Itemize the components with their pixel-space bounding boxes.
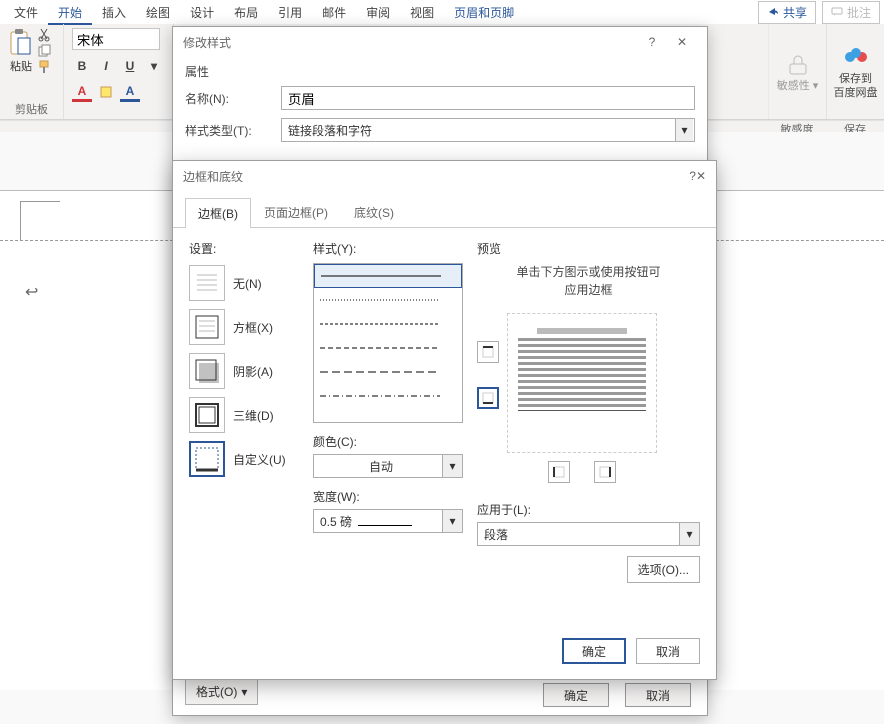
apply-to-combo[interactable]: 段落▾: [477, 522, 700, 546]
sensitivity-icon: [784, 50, 812, 78]
preset-shadow[interactable]: 阴影(A): [189, 353, 299, 389]
tab-review[interactable]: 审阅: [356, 0, 400, 25]
tab-insert[interactable]: 插入: [92, 0, 136, 25]
cloud-icon: [842, 43, 870, 71]
paste-button[interactable]: 粘贴: [8, 28, 34, 74]
highlight-button[interactable]: [96, 82, 116, 102]
style-solid[interactable]: [314, 264, 462, 288]
tab-view[interactable]: 视图: [400, 0, 444, 25]
border-bottom-button[interactable]: [477, 387, 499, 409]
dialog1-ok-button[interactable]: 确定: [543, 683, 609, 707]
style-dash-wide[interactable]: [314, 360, 462, 384]
dialog2-title: 边框和底纹: [183, 168, 243, 185]
border-preview[interactable]: [507, 313, 657, 453]
style-dash-tight[interactable]: [314, 312, 462, 336]
tab-page-border[interactable]: 页面边框(P): [251, 197, 341, 227]
style-dash[interactable]: [314, 336, 462, 360]
dialog1-help-button[interactable]: ?: [637, 27, 667, 57]
style-label: 样式(Y):: [313, 240, 463, 257]
border-width-combo[interactable]: 0.5 磅▾: [313, 509, 463, 533]
tab-design[interactable]: 设计: [180, 0, 224, 25]
border-top-button[interactable]: [477, 341, 499, 363]
dialog2-close-button[interactable]: ✕: [696, 169, 706, 183]
paste-icon: [8, 28, 34, 58]
cut-icon[interactable]: [38, 28, 52, 42]
clipboard-group-label: 剪贴板: [8, 99, 55, 117]
font-name-input[interactable]: [72, 28, 160, 50]
tab-file[interactable]: 文件: [4, 0, 48, 25]
tab-home[interactable]: 开始: [48, 0, 92, 25]
apply-to-label: 应用于(L):: [477, 501, 700, 518]
border-style-listbox[interactable]: [313, 263, 463, 423]
tab-draw[interactable]: 绘图: [136, 0, 180, 25]
copy-icon[interactable]: [38, 44, 52, 58]
options-button[interactable]: 选项(O)...: [627, 556, 700, 583]
borders-shading-dialog: 边框和底纹 ? ✕ 边框(B) 页面边框(P) 底纹(S) 设置: 无(N) 方…: [172, 160, 717, 680]
italic-button[interactable]: I: [96, 56, 116, 76]
preview-label: 预览: [477, 240, 700, 257]
type-label: 样式类型(T):: [185, 122, 275, 139]
page-corner: [20, 201, 60, 241]
settings-label: 设置:: [189, 240, 299, 257]
name-label: 名称(N):: [185, 90, 275, 107]
border-left-button[interactable]: [548, 461, 570, 483]
format-painter-icon[interactable]: [38, 60, 52, 74]
share-button[interactable]: 共享: [758, 1, 816, 24]
paragraph-mark: ↩: [25, 282, 38, 302]
underline-button[interactable]: U: [120, 56, 140, 76]
dialog1-title: 修改样式: [183, 34, 231, 51]
border-right-button[interactable]: [594, 461, 616, 483]
dialog1-close-button[interactable]: ✕: [667, 27, 697, 57]
save-to-cloud-button[interactable]: 保存到百度网盘: [826, 24, 884, 119]
tab-header-footer[interactable]: 页眉和页脚: [444, 0, 524, 25]
tab-layout[interactable]: 布局: [224, 0, 268, 25]
tab-references[interactable]: 引用: [268, 0, 312, 25]
properties-label: 属性: [173, 57, 707, 82]
ribbon-tabs: 文件 开始 插入 绘图 设计 布局 引用 邮件 审阅 视图 页眉和页脚 共享 批…: [0, 0, 884, 24]
sensitivity-button[interactable]: 敏感性 ▾: [768, 24, 826, 119]
style-name-input[interactable]: [281, 86, 695, 110]
preview-hint: 单击下方图示或使用按钮可应用边框: [477, 263, 700, 299]
more-font-button[interactable]: ▾: [144, 56, 164, 76]
dialog2-cancel-button[interactable]: 取消: [636, 638, 700, 664]
preset-custom[interactable]: 自定义(U): [189, 441, 299, 477]
preset-box[interactable]: 方框(X): [189, 309, 299, 345]
tab-borders[interactable]: 边框(B): [185, 198, 251, 228]
dialog2-ok-button[interactable]: 确定: [562, 638, 626, 664]
dialog1-cancel-button[interactable]: 取消: [625, 683, 691, 707]
tab-shading[interactable]: 底纹(S): [341, 197, 407, 227]
border-color-combo[interactable]: 自动▾: [313, 454, 463, 478]
font-color-button[interactable]: A: [72, 82, 92, 102]
preset-none[interactable]: 无(N): [189, 265, 299, 301]
width-label: 宽度(W):: [313, 488, 463, 505]
style-type-combo[interactable]: 链接段落和字符▾: [281, 118, 695, 142]
tab-mailings[interactable]: 邮件: [312, 0, 356, 25]
comments-button[interactable]: 批注: [822, 1, 880, 24]
style-dash-dot[interactable]: [314, 384, 462, 408]
font-color-dropdown[interactable]: A: [120, 82, 140, 102]
bold-button[interactable]: B: [72, 56, 92, 76]
share-icon: [767, 6, 779, 18]
color-label: 颜色(C):: [313, 433, 463, 450]
comment-icon: [831, 6, 843, 18]
preset-3d[interactable]: 三维(D): [189, 397, 299, 433]
style-dot-fine[interactable]: [314, 288, 462, 312]
dialog2-help-button[interactable]: ?: [689, 169, 696, 183]
